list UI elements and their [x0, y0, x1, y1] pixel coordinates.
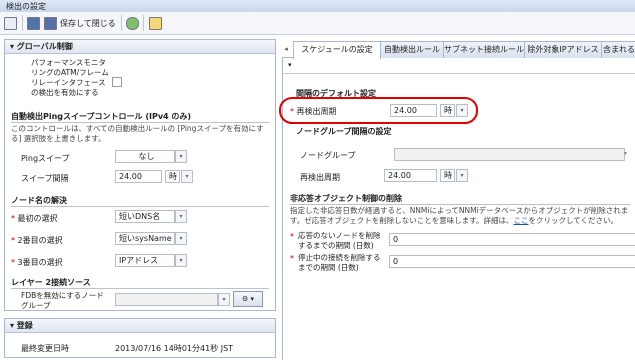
toolbar-divider — [143, 15, 144, 31]
toolbar: 保存して閉じる — [0, 12, 635, 35]
atm-detection-checkbox[interactable] — [112, 77, 122, 87]
delete-node-input[interactable]: 0 — [389, 233, 635, 246]
second-choice-select[interactable]: 短いsysName — [115, 232, 175, 245]
group-rediscovery-unit[interactable]: 時 — [440, 169, 455, 182]
first-choice-select[interactable]: 短いDNS名 — [115, 210, 175, 223]
rediscovery-input[interactable]: 24.00 — [390, 104, 437, 117]
last-modified-label: 最終変更日時 — [21, 344, 69, 353]
layer2-section-header: レイヤー 2接続ソース — [11, 277, 269, 289]
fdb-node-group-label: FDBを無効にするノードグループ — [21, 291, 104, 310]
required-marker: * — [290, 232, 294, 241]
node-name-section-header: ノード名の解決 — [11, 195, 269, 207]
sweep-interval-unit[interactable]: 時 — [165, 170, 180, 183]
tab-included[interactable]: 含まれる — [601, 41, 635, 58]
tab-subnet-rules[interactable]: サブネット接続ルール — [443, 41, 525, 58]
save-icon — [27, 16, 40, 30]
divider — [282, 73, 635, 74]
second-choice-dropdown-arrow[interactable]: ▾ — [175, 232, 187, 245]
ping-sweep-description: このコントロールは、すべての自動検出ルールの [Pingスイープを有効にする] … — [11, 124, 264, 143]
required-marker: * — [290, 107, 294, 116]
tab-excluded-ips[interactable]: 除外対象IPアドレス — [524, 41, 602, 58]
third-choice-dropdown-arrow[interactable]: ▾ — [175, 254, 187, 267]
delete-connection-input[interactable]: 0 — [389, 255, 635, 268]
sweep-interval-input[interactable]: 24.00 — [115, 170, 162, 183]
last-modified-value: 2013/07/16 14時01分41秒 JST — [115, 344, 234, 353]
rediscovery-text: 再検出周期 — [296, 107, 337, 116]
unresponsive-section-header: 非応答オブジェクト制御の削除 — [290, 193, 630, 205]
toolbar-divider — [121, 15, 122, 31]
first-choice-label: * 最初の選択 — [11, 213, 58, 224]
second-choice-text: 2番目の選択 — [17, 236, 63, 245]
save-and-close-button[interactable]: 保存して閉じる — [44, 15, 116, 31]
ping-sweep-label: Pingスイープ — [21, 154, 70, 163]
open-form-button[interactable] — [149, 15, 162, 31]
group-rediscovery-label: 再検出周期 — [300, 173, 340, 182]
group-rediscovery-input[interactable]: 24.00 — [384, 169, 437, 182]
tab-auto-discovery-rules[interactable]: 自動検出ルール — [380, 41, 444, 58]
menu-icon — [4, 16, 17, 30]
required-marker: * — [11, 258, 15, 267]
delete-node-label: 応答のないノードを削除するまでの期間 (日数) — [298, 231, 381, 250]
unresponsive-description: 指定した非応答日数が経過すると、NNMiによってNNMiデータベースからオブジェ… — [290, 206, 632, 227]
save-button[interactable] — [27, 15, 40, 31]
lookup-button[interactable]: ⚙ ▾ — [233, 291, 263, 307]
node-group-label: ノードグループ — [300, 151, 356, 160]
form-icon — [149, 16, 162, 30]
help-link[interactable]: ここ — [514, 216, 529, 225]
node-group-interval-header: ノードグループ間隔の設定 — [296, 127, 392, 136]
required-marker: * — [11, 214, 15, 223]
global-control-panel: ▾ グローバル制御 パフォーマンスモニタリングのATM/フレームリレーインタフェ… — [4, 39, 276, 311]
rediscovery-unit-arrow[interactable]: ▾ — [456, 104, 468, 117]
refresh-button[interactable] — [126, 15, 139, 31]
global-control-header[interactable]: ▾ グローバル制御 — [5, 40, 275, 54]
unresponsive-description-tail: をクリックしてください。 — [528, 216, 619, 225]
first-choice-text: 最初の選択 — [17, 214, 58, 223]
collapse-arrow-icon[interactable]: ▾ — [288, 61, 292, 69]
ping-sweep-dropdown-arrow[interactable]: ▾ — [175, 150, 187, 163]
first-choice-dropdown-arrow[interactable]: ▾ — [175, 210, 187, 223]
required-marker: * — [290, 254, 294, 263]
node-group-arrow[interactable]: ▾ — [624, 150, 627, 157]
window-title: 検出の設定 — [6, 2, 46, 11]
third-choice-text: 3番目の選択 — [17, 258, 63, 267]
menu-button[interactable] — [4, 15, 17, 31]
audit-panel: ▾ 登録 最終変更日時 2013/07/16 14時01分41秒 JST — [4, 318, 276, 358]
sweep-interval-unit-arrow[interactable]: ▾ — [181, 170, 193, 183]
save-and-close-label: 保存して閉じる — [60, 18, 116, 28]
sweep-interval-label: スイープ間隔 — [21, 174, 69, 183]
toolbar-divider — [22, 15, 23, 31]
delete-connection-label: 停止中の接続を削除するまでの期間 (日数) — [298, 253, 381, 272]
required-marker: * — [11, 236, 15, 245]
audit-header[interactable]: ▾ 登録 — [5, 319, 275, 333]
fdb-node-group-arrow[interactable]: ▾ — [218, 293, 230, 306]
second-choice-label: * 2番目の選択 — [11, 235, 63, 246]
lookup-icon: ⚙ ▾ — [241, 295, 254, 303]
atm-detection-label: パフォーマンスモニタリングのATM/フレームリレーインタフェースの検出を有効にす… — [31, 58, 109, 97]
third-choice-select[interactable]: IPアドレス — [115, 254, 175, 267]
third-choice-label: * 3番目の選択 — [11, 257, 63, 268]
refresh-icon — [126, 16, 139, 30]
ping-sweep-select[interactable]: なし — [115, 150, 175, 163]
rediscovery-label: * 再検出周期 — [290, 106, 337, 117]
tab-schedule[interactable]: スケジュールの設定 — [293, 41, 381, 59]
save-close-icon — [44, 16, 57, 30]
ping-sweep-section-header: 自動検出Pingスイープコントロール (IPv4 のみ) — [11, 111, 269, 123]
group-rediscovery-unit-arrow[interactable]: ▾ — [456, 169, 468, 182]
fdb-node-group-select[interactable] — [115, 293, 218, 306]
node-group-select[interactable] — [394, 148, 625, 161]
rediscovery-unit[interactable]: 時 — [440, 104, 455, 117]
tab-scroll-left[interactable]: ◂ — [282, 41, 290, 57]
